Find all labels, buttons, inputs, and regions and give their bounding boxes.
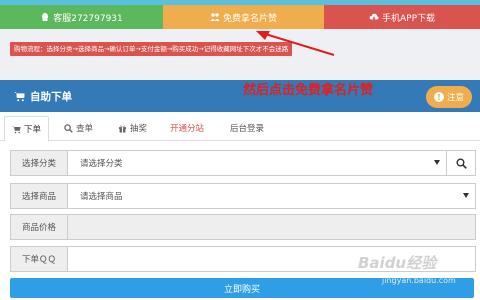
users-icon [210, 13, 220, 21]
category-row: 选择分类 请选择分类 [10, 150, 476, 176]
free-like-button[interactable]: 免费拿名片赞 [163, 5, 324, 29]
panel-title: 自助下单 [14, 89, 72, 104]
gift-icon [118, 124, 127, 133]
tab-lottery[interactable]: 抽奖 [118, 116, 147, 140]
tab-open-site[interactable]: 开通分站 [170, 116, 204, 140]
tab-order[interactable]: 下单 [4, 116, 50, 142]
search-icon [456, 158, 467, 169]
category-select-value: 请选择分类 [80, 159, 123, 169]
app-download-label: 手机APP下载 [381, 13, 435, 24]
top-buttons: 客服272797931 免费拿名片赞 手机APP下载 [0, 5, 480, 29]
price-value [68, 215, 475, 239]
category-select[interactable]: 请选择分类 [68, 151, 446, 175]
app-download-button[interactable]: 手机APP下载 [324, 5, 480, 29]
product-select-value: 请选择商品 [80, 192, 123, 202]
baidu-jingyan-logo: Baidu经验 [358, 252, 436, 273]
cloud-download-icon [369, 13, 379, 21]
cart-icon [12, 125, 21, 133]
panel-title-text: 自助下单 [30, 91, 72, 103]
cart-icon [14, 92, 25, 102]
watermark-logo-text: Baidu经验 [358, 254, 437, 272]
tab-admin-label: 后台登录 [230, 124, 265, 134]
product-select[interactable]: 请选择商品 [68, 184, 475, 208]
price-row: 商品价格 [10, 214, 476, 240]
tab-lottery-label: 抽奖 [130, 124, 148, 134]
notice-button[interactable]: ! 注意 [426, 86, 472, 108]
search-icon [64, 123, 73, 133]
free-like-label: 免费拿名片赞 [222, 13, 277, 24]
product-label: 选择商品 [11, 184, 68, 208]
chevron-down-icon [434, 160, 440, 165]
tab-query[interactable]: 查单 [64, 116, 93, 140]
watermark-url: jingyan.baidu.com [382, 276, 456, 285]
tab-open-site-label: 开通分站 [170, 124, 205, 134]
product-row: 选择商品 请选择商品 [10, 183, 476, 209]
exclamation-icon: ! [433, 92, 444, 102]
purchase-flow-banner: 购物流程：选择分类→选择商品→确认订单→支付金额→购买成功→记得收藏网址下次才不… [10, 42, 293, 56]
qq-icon [42, 12, 49, 21]
tab-order-label: 下单 [24, 125, 42, 135]
category-search-button[interactable] [446, 151, 475, 175]
tab-query-label: 查单 [76, 124, 94, 134]
customer-service-button[interactable]: 客服272797931 [0, 5, 163, 29]
qq-label: 下单ＱＱ [11, 247, 68, 271]
tutorial-annotation: 然后点击免费拿名片赞 [243, 83, 374, 98]
price-label: 商品价格 [11, 215, 68, 239]
tab-bar: 下单 查单 抽奖 开通分站 后台登录 [0, 116, 480, 142]
tab-admin[interactable]: 后台登录 [230, 116, 264, 140]
customer-service-label: 客服272797931 [53, 13, 123, 24]
notice-label: 注意 [446, 93, 464, 103]
chevron-down-icon [463, 193, 469, 198]
category-label: 选择分类 [11, 151, 68, 175]
panel-header: 自助下单 [0, 80, 480, 112]
